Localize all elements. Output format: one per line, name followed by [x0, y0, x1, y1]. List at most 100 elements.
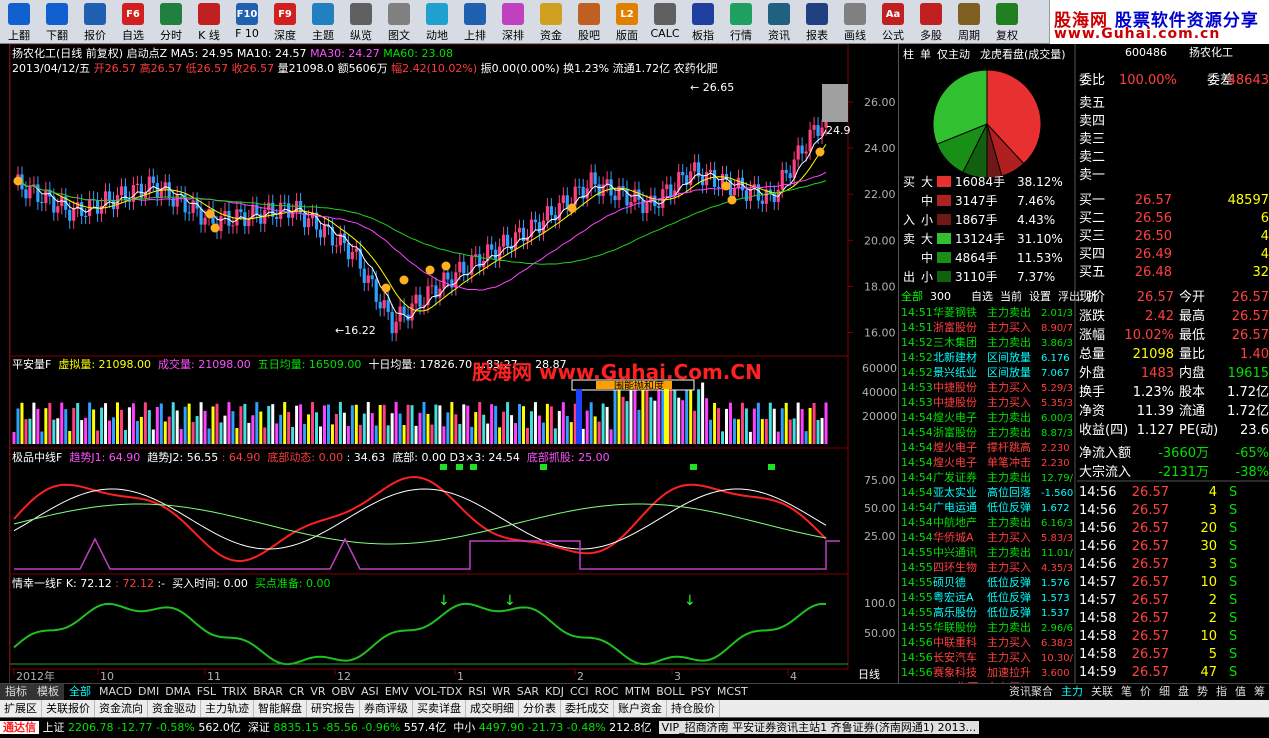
function-tab[interactable]: 持仓股价: [667, 700, 720, 717]
candle-body: [533, 219, 538, 223]
ind1-panel-frame: [9, 447, 849, 575]
right-bottom-tab[interactable]: 筹: [1250, 684, 1269, 700]
toolbar-calculator-button[interactable]: CALC: [646, 0, 684, 43]
flow-size: 中: [921, 193, 933, 208]
alert-stock: 长安汽车: [933, 650, 977, 664]
indicator-tab[interactable]: PSY: [688, 684, 714, 700]
indicator-tab[interactable]: VOL-TDX: [412, 684, 466, 700]
toolbar-l2-button[interactable]: L2 版面: [608, 0, 646, 43]
toolbar-wave-button[interactable]: 动地: [418, 0, 456, 43]
indicator-tab[interactable]: ROC: [592, 684, 622, 700]
toolbar-report-button[interactable]: 报表: [798, 0, 836, 43]
right-bottom-tab[interactable]: 细: [1155, 684, 1174, 700]
function-tab[interactable]: 成交明细: [466, 700, 519, 717]
toolbar-multi-button[interactable]: 多股: [912, 0, 950, 43]
toolbar-kline-button[interactable]: K 线: [190, 0, 228, 43]
server-info[interactable]: VIP_招商济南 平安证券资讯主站1 齐鲁证券(济南网通1) 2013...: [658, 721, 980, 734]
toolbar-people-button[interactable]: 股吧: [570, 0, 608, 43]
right-bottom-tab[interactable]: 指: [1212, 684, 1231, 700]
function-tab[interactable]: 账户资金: [614, 700, 667, 717]
flow-volume: 1867手: [955, 213, 998, 227]
indicator-tab[interactable]: FSL: [194, 684, 219, 700]
toolbar-f10-button[interactable]: F10 F 10: [228, 0, 266, 43]
indicator-tab[interactable]: MTM: [622, 684, 654, 700]
right-bottom-tab[interactable]: 主力: [1057, 684, 1087, 700]
right-bottom-tab[interactable]: 资讯聚合: [1005, 684, 1057, 700]
indicator-tab[interactable]: 模板: [32, 684, 64, 700]
toolbar-formula-button[interactable]: Aa 公式: [874, 0, 912, 43]
toolbar-rank-up-button[interactable]: 上排: [456, 0, 494, 43]
indicator-tab[interactable]: EMV: [382, 684, 412, 700]
indicator-tab[interactable]: KDJ: [542, 684, 567, 700]
toolbar-yen-button[interactable]: 报价: [76, 0, 114, 43]
indicator-tab[interactable]: WR: [489, 684, 514, 700]
function-tab[interactable]: 分价表: [519, 700, 561, 717]
sz-label[interactable]: 深证: [248, 721, 270, 734]
indicator-tab[interactable]: OBV: [329, 684, 358, 700]
toolbar-timeshare-button[interactable]: 分时: [152, 0, 190, 43]
candles-group: [16, 100, 828, 342]
function-tab[interactable]: 主力轨迹: [201, 700, 254, 717]
indicator-tab[interactable]: MCST: [714, 684, 751, 700]
alert-stock: 中航地产: [933, 515, 977, 529]
ind2-title: 情幸一线F: [12, 577, 63, 590]
volume-bar: [812, 402, 816, 444]
indicator-tab[interactable]: TRIX: [219, 684, 250, 700]
toolbar-news-button[interactable]: 资讯: [760, 0, 798, 43]
stat-value: 1.72亿: [1227, 404, 1269, 419]
toolbar-f6-button[interactable]: F6 自选: [114, 0, 152, 43]
toolbar-home-button[interactable]: 主题: [304, 0, 342, 43]
toolbar-restore-button[interactable]: 复权: [988, 0, 1026, 43]
toolbar-rank-deep-button[interactable]: 深排: [494, 0, 532, 43]
period-label[interactable]: 日线: [858, 666, 880, 682]
timeshare-icon: [160, 3, 182, 25]
indicator-tab[interactable]: MACD: [96, 684, 135, 700]
right-bottom-tab[interactable]: 值: [1231, 684, 1250, 700]
low-price-marker: ←16.22: [335, 324, 376, 337]
right-bottom-tab[interactable]: 势: [1193, 684, 1212, 700]
toolbar-arrow-down-button[interactable]: 下翻: [38, 0, 76, 43]
function-tab[interactable]: 智能解盘: [254, 700, 307, 717]
function-tab[interactable]: 研究报告: [307, 700, 360, 717]
function-tab[interactable]: 扩展区: [0, 700, 42, 717]
function-tab[interactable]: 关联报价: [42, 700, 95, 717]
zx-label[interactable]: 中小: [453, 721, 475, 734]
toolbar-doc-button[interactable]: 图文: [380, 0, 418, 43]
toolbar-quote-button[interactable]: 行情: [722, 0, 760, 43]
right-bottom-tab[interactable]: 笔: [1117, 684, 1136, 700]
alert-time: 14:53: [901, 381, 933, 394]
indicator-tab[interactable]: BOLL: [653, 684, 687, 700]
indicator-tab[interactable]: SAR: [514, 684, 542, 700]
indicator-tab[interactable]: CCI: [567, 684, 592, 700]
right-bottom-tab[interactable]: 盘: [1174, 684, 1193, 700]
right-bottom-tab[interactable]: 价: [1136, 684, 1155, 700]
toolbar-grid-button[interactable]: 纵览: [342, 0, 380, 43]
indicator-tab[interactable]: 指标: [0, 684, 32, 700]
right-bottom-tab[interactable]: 关联: [1087, 684, 1117, 700]
function-tab[interactable]: 委托成交: [561, 700, 614, 717]
sh-label[interactable]: 上证: [43, 721, 65, 734]
function-tab[interactable]: 资金驱动: [148, 700, 201, 717]
indicator-tab[interactable]: BRAR: [250, 684, 286, 700]
function-tab[interactable]: 买卖详盘: [413, 700, 466, 717]
toolbar-drawline-button[interactable]: 画线: [836, 0, 874, 43]
indicator-tab[interactable]: 全部: [64, 684, 96, 700]
toolbar-period-button[interactable]: 周期: [950, 0, 988, 43]
indicator-tab[interactable]: CR: [286, 684, 307, 700]
indicator-tab[interactable]: DMA: [162, 684, 194, 700]
indicator-tab[interactable]: ASI: [358, 684, 382, 700]
toolbar-arrow-up-button[interactable]: 上翻: [0, 0, 38, 43]
function-tab[interactable]: 券商评级: [360, 700, 413, 717]
alert-action: 主力买入: [987, 381, 1031, 394]
candle-body: [386, 300, 390, 312]
toolbar-money-button[interactable]: 资金: [532, 0, 570, 43]
tick-side: S: [1229, 485, 1237, 500]
toolbar-f9-button[interactable]: F9 深度: [266, 0, 304, 43]
indicator-tab[interactable]: DMI: [135, 684, 162, 700]
indicator-tab[interactable]: VR: [307, 684, 328, 700]
indicator-tab[interactable]: RSI: [465, 684, 489, 700]
function-tab[interactable]: 资金流向: [95, 700, 148, 717]
volume-bar: [394, 402, 398, 444]
toolbar-pie-button[interactable]: 板指: [684, 0, 722, 43]
flow-volume: 4864手: [955, 251, 998, 265]
